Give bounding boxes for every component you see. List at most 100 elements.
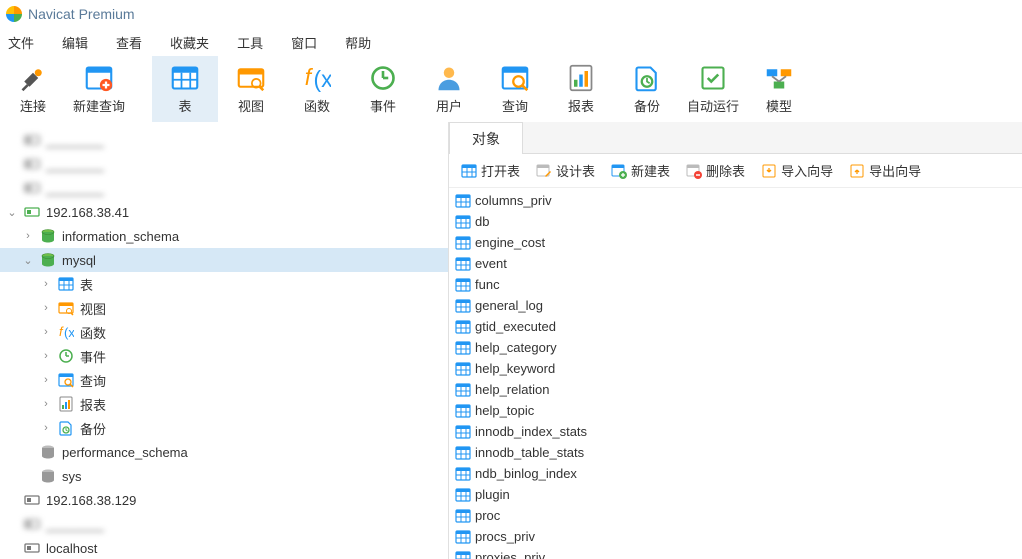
toolbar-connect[interactable]: 连接 xyxy=(0,56,66,122)
toolbar-backup-label: 备份 xyxy=(634,96,660,115)
table-row[interactable]: procs_priv xyxy=(449,526,1022,547)
table-row[interactable]: db xyxy=(449,211,1022,232)
toolbar-query[interactable]: 查询 xyxy=(482,56,548,122)
table-row[interactable]: ndb_binlog_index xyxy=(449,463,1022,484)
table-row[interactable]: proc xyxy=(449,505,1022,526)
table-name: proxies_priv xyxy=(475,550,545,559)
menu-收藏夹[interactable]: 收藏夹 xyxy=(170,33,209,52)
toolbar-backup[interactable]: 备份 xyxy=(614,56,680,122)
toolbar-model[interactable]: 模型 xyxy=(746,56,812,122)
table-name: columns_priv xyxy=(475,193,552,208)
toolbar-view[interactable]: 视图 xyxy=(218,56,284,122)
table-row[interactable]: gtid_executed xyxy=(449,316,1022,337)
toolbar-query-label: 查询 xyxy=(502,96,528,115)
table-row[interactable]: help_keyword xyxy=(449,358,1022,379)
action-new-label: 新建表 xyxy=(631,161,670,180)
action-open[interactable]: 打开表 xyxy=(461,161,520,180)
menu-文件[interactable]: 文件 xyxy=(8,33,34,52)
table-name: innodb_index_stats xyxy=(475,424,587,439)
tab-objects[interactable]: 对象 xyxy=(449,122,523,154)
toolbar-view-label: 视图 xyxy=(238,96,264,115)
table-row[interactable]: innodb_index_stats xyxy=(449,421,1022,442)
action-import[interactable]: 导入向导 xyxy=(761,161,833,180)
chevron-right-icon[interactable]: › xyxy=(40,302,52,314)
action-new[interactable]: 新建表 xyxy=(611,161,670,180)
action-export-label: 导出向导 xyxy=(869,161,921,180)
menu-编辑[interactable]: 编辑 xyxy=(62,33,88,52)
menu-窗口[interactable]: 窗口 xyxy=(291,33,317,52)
table-name: general_log xyxy=(475,298,543,313)
toolbar-event[interactable]: 事件 xyxy=(350,56,416,122)
table-name: proc xyxy=(475,508,500,523)
menu-bar: 文件 编辑 查看 收藏夹 工具 窗口 帮助 xyxy=(0,28,1022,56)
connection-hidden[interactable]: ________ xyxy=(0,152,448,176)
table-row[interactable]: help_category xyxy=(449,337,1022,358)
table-row[interactable]: plugin xyxy=(449,484,1022,505)
connection-hidden[interactable]: ________ xyxy=(0,176,448,200)
toolbar-new-query-label: 新建查询 xyxy=(73,96,125,115)
chevron-right-icon[interactable]: › xyxy=(40,350,52,362)
toolbar-new-query[interactable]: 新建查询 xyxy=(66,56,132,122)
node-backup[interactable]: ›备份 xyxy=(0,416,448,440)
db-information-schema[interactable]: ›information_schema xyxy=(0,224,448,248)
connection-localhost[interactable]: localhost xyxy=(0,536,448,559)
chevron-right-icon[interactable]: › xyxy=(40,278,52,290)
table-row[interactable]: func xyxy=(449,274,1022,295)
chevron-down-icon[interactable]: ⌄ xyxy=(6,206,18,218)
toolbar-auto-run[interactable]: 自动运行 xyxy=(680,56,746,122)
table-action-bar: 打开表设计表 新建表 删除表导入向导 导出向导 xyxy=(449,154,1022,188)
chevron-right-icon[interactable]: › xyxy=(40,422,52,434)
toolbar-user[interactable]: 用户 xyxy=(416,56,482,122)
table-name: func xyxy=(475,277,500,292)
db-performance-schema[interactable]: performance_schema xyxy=(0,440,448,464)
connection-1[interactable]: ⌄192.168.38.41 xyxy=(0,200,448,224)
table-name: innodb_table_stats xyxy=(475,445,584,460)
chevron-right-icon[interactable]: › xyxy=(22,230,34,242)
toolbar-auto-run-label: 自动运行 xyxy=(687,96,739,115)
node-report[interactable]: ›报表 xyxy=(0,392,448,416)
toolbar-model-label: 模型 xyxy=(766,96,792,115)
table-name: help_relation xyxy=(475,382,549,397)
table-name: engine_cost xyxy=(475,235,545,250)
menu-帮助[interactable]: 帮助 xyxy=(345,33,371,52)
table-row[interactable]: innodb_table_stats xyxy=(449,442,1022,463)
toolbar-function[interactable]: 函数 xyxy=(284,56,350,122)
node-view[interactable]: ›视图 xyxy=(0,296,448,320)
node-table[interactable]: ›表 xyxy=(0,272,448,296)
table-row[interactable]: event xyxy=(449,253,1022,274)
node-fx[interactable]: ›函数 xyxy=(0,320,448,344)
content-pane: 对象 打开表设计表 新建表 删除表导入向导 导出向导 columns_privdb en… xyxy=(448,122,1022,559)
node-query[interactable]: ›查询 xyxy=(0,368,448,392)
toolbar-user-label: 用户 xyxy=(436,96,462,115)
table-row[interactable]: help_topic xyxy=(449,400,1022,421)
connection-tree: ________________________⌄192.168.38.41›i… xyxy=(0,122,448,559)
table-name: plugin xyxy=(475,487,510,502)
toolbar-event-label: 事件 xyxy=(370,96,396,115)
table-row[interactable]: general_log xyxy=(449,295,1022,316)
chevron-down-icon[interactable]: ⌄ xyxy=(22,254,34,266)
toolbar-connect-label: 连接 xyxy=(20,96,46,115)
table-list: columns_privdb engine_costevent func genera… xyxy=(449,188,1022,559)
action-export[interactable]: 导出向导 xyxy=(849,161,921,180)
toolbar-report[interactable]: 报表 xyxy=(548,56,614,122)
node-event[interactable]: ›事件 xyxy=(0,344,448,368)
action-delete[interactable]: 删除表 xyxy=(686,161,745,180)
menu-工具[interactable]: 工具 xyxy=(237,33,263,52)
db-sys[interactable]: sys xyxy=(0,464,448,488)
table-row[interactable]: proxies_priv xyxy=(449,547,1022,559)
chevron-right-icon[interactable]: › xyxy=(40,374,52,386)
table-row[interactable]: columns_priv xyxy=(449,190,1022,211)
table-row[interactable]: engine_cost xyxy=(449,232,1022,253)
menu-查看[interactable]: 查看 xyxy=(116,33,142,52)
action-design[interactable]: 设计表 xyxy=(536,161,595,180)
toolbar-table[interactable]: 表 xyxy=(152,56,218,122)
db-mysql[interactable]: ⌄mysql xyxy=(0,248,448,272)
connection-hidden[interactable]: ________ xyxy=(0,512,448,536)
chevron-right-icon[interactable]: › xyxy=(40,326,52,338)
connection-hidden[interactable]: ________ xyxy=(0,128,448,152)
toolbar-report-label: 报表 xyxy=(568,96,594,115)
action-delete-label: 删除表 xyxy=(706,161,745,180)
table-row[interactable]: help_relation xyxy=(449,379,1022,400)
chevron-right-icon[interactable]: › xyxy=(40,398,52,410)
connection-2[interactable]: 192.168.38.129 xyxy=(0,488,448,512)
